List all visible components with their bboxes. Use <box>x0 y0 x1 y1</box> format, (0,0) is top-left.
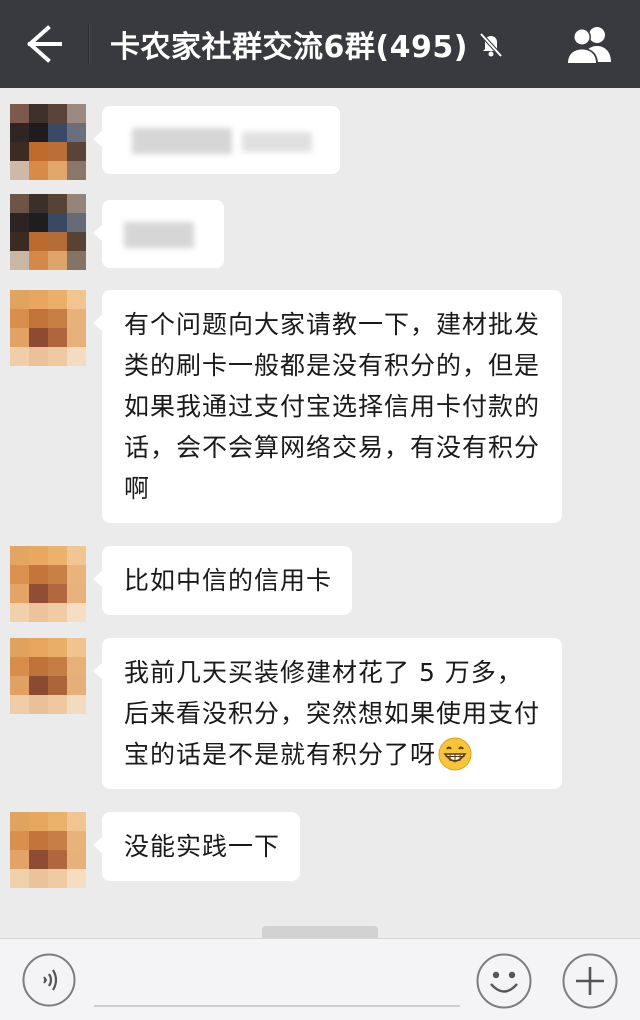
message-item: 没能实践一下 <box>0 812 640 892</box>
header-divider <box>88 24 90 64</box>
blurred-avatar-image <box>10 290 86 366</box>
message-item: 我前几天买装修建材花了 5 万多，后来看没积分，突然想如果使用支付宝的话是不是就… <box>0 638 640 798</box>
avatar[interactable] <box>10 194 86 270</box>
avatar[interactable] <box>10 290 86 366</box>
message-bubble[interactable]: 有个问题向大家请教一下，建材批发类的刷卡一般都是没有积分的，但是如果我通过支付宝… <box>93 290 562 523</box>
blurred-avatar-image <box>10 812 86 888</box>
message-bubble[interactable]: 没能实践一下 <box>92 812 301 881</box>
blurred-avatar-image <box>10 546 86 622</box>
message-bubble[interactable] <box>93 106 340 174</box>
message-list[interactable]: 有个问题向大家请教一下，建材批发类的刷卡一般都是没有积分的，但是如果我通过支付宝… <box>0 88 640 938</box>
message-bubble[interactable]: 比如中信的信用卡 <box>92 546 353 615</box>
blurred-avatar-image <box>10 638 86 714</box>
arrow-left-icon <box>26 25 62 63</box>
message-bubble[interactable]: 我前几天买装修建材花了 5 万多，后来看没积分，突然想如果使用支付宝的话是不是就… <box>93 638 562 789</box>
plus-button[interactable] <box>562 953 618 1009</box>
message-item <box>0 104 640 184</box>
avatar[interactable] <box>10 104 86 180</box>
input-bar <box>0 938 640 1020</box>
message-text: 没能实践一下 <box>124 832 281 861</box>
voice-input-icon <box>22 953 76 1007</box>
emoji-button[interactable] <box>476 953 532 1009</box>
message-item <box>0 194 640 274</box>
back-button[interactable] <box>18 22 66 66</box>
title-area: 卡农家社群交流6群(495) <box>110 0 506 88</box>
bell-off-icon <box>479 32 503 58</box>
chat-header: 卡农家社群交流6群(495) <box>0 0 640 88</box>
message-text: 比如中信的信用卡 <box>124 566 333 595</box>
avatar[interactable] <box>10 812 86 888</box>
group-members-icon <box>566 27 611 64</box>
emoji-face-icon <box>476 953 532 1009</box>
message-bubble[interactable] <box>93 200 224 268</box>
voice-button[interactable] <box>22 953 76 1007</box>
blurred-avatar-image <box>10 104 86 180</box>
chat-title: 卡农家社群交流6群(495) <box>110 30 468 65</box>
group-members-button[interactable] <box>560 24 620 66</box>
message-input[interactable] <box>94 951 460 1007</box>
blurred-avatar-image <box>10 194 86 270</box>
avatar[interactable] <box>10 638 86 714</box>
message-text: 有个问题向大家请教一下，建材批发类的刷卡一般都是没有积分的，但是如果我通过支付宝… <box>124 310 541 503</box>
avatar[interactable] <box>10 546 86 622</box>
grinning-face-icon <box>438 737 472 771</box>
message-text: 我前几天买装修建材花了 5 万多，后来看没积分，突然想如果使用支付宝的话是不是就… <box>124 658 541 769</box>
message-item: 有个问题向大家请教一下，建材批发类的刷卡一般都是没有积分的，但是如果我通过支付宝… <box>0 290 640 530</box>
plus-icon <box>562 953 618 1009</box>
message-item: 比如中信的信用卡 <box>0 546 640 626</box>
